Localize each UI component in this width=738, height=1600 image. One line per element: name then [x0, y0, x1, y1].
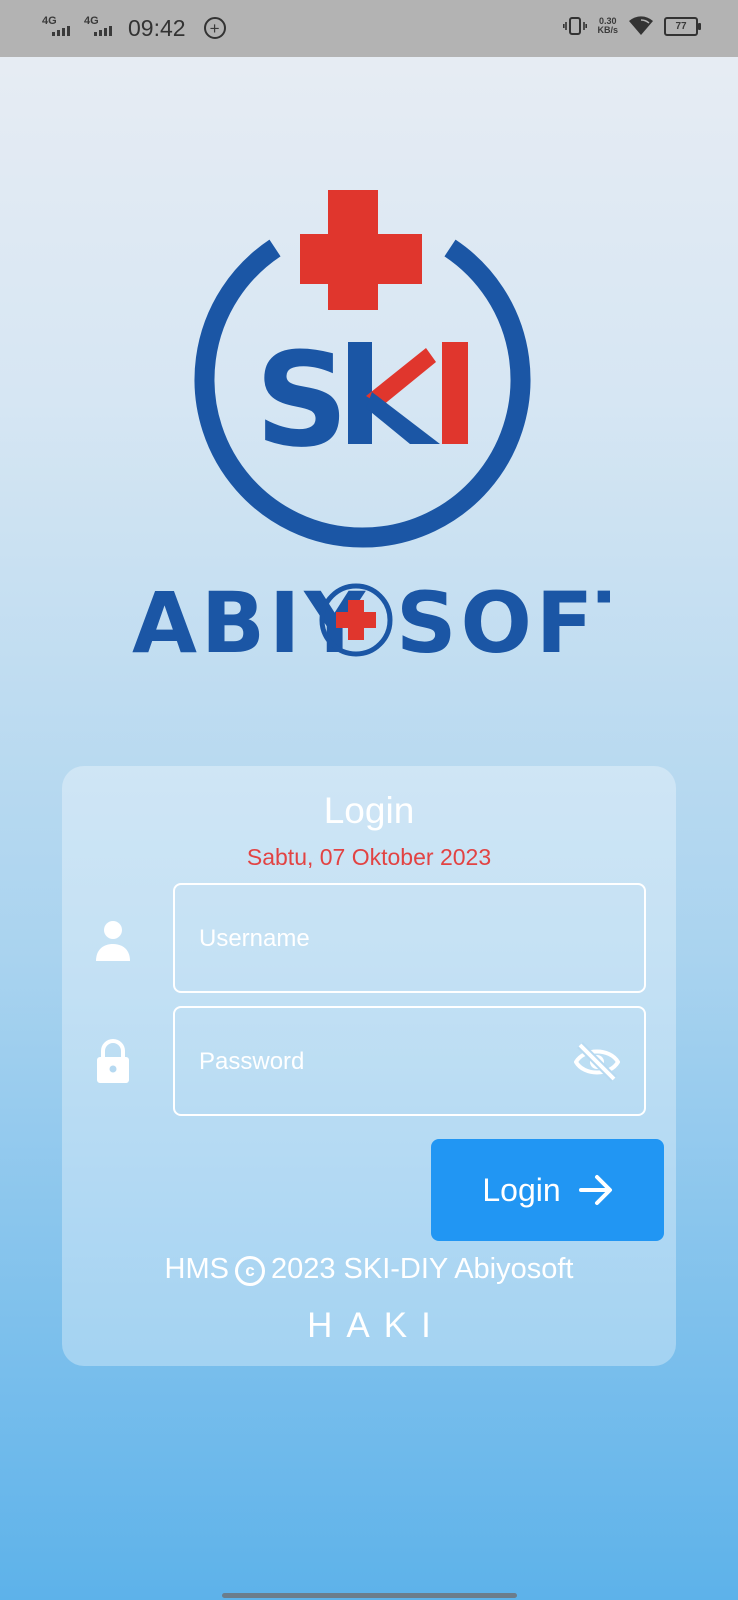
wifi-icon — [629, 16, 653, 35]
copyright-text: HMS c 2023 SKI-DIY Abiyosoft — [164, 1253, 574, 1286]
person-icon — [96, 921, 130, 961]
status-bar: 4G 4G 09:42 + 0.30 KB/s 77 — [0, 0, 738, 57]
current-date: Sabtu, 07 Oktober 2023 — [246, 844, 492, 870]
signal-icon: 4G — [84, 14, 116, 42]
login-title: Login — [323, 790, 415, 831]
login-button[interactable]: Login — [431, 1139, 664, 1241]
signal-icon: 4G — [42, 14, 74, 42]
visibility-off-icon[interactable] — [574, 1042, 620, 1082]
vibrate-icon — [563, 17, 588, 35]
arrow-right-icon — [578, 1175, 612, 1205]
lock-icon — [97, 1039, 129, 1083]
copyright-icon: c — [234, 1256, 265, 1286]
login-card: Login Sabtu, 07 Oktober 2023 Login HMSc2… — [62, 766, 676, 1366]
svg-text:ABIY: ABIY — [132, 574, 369, 670]
username-field[interactable] — [173, 883, 646, 993]
password-field[interactable] — [173, 1006, 646, 1116]
svg-text:SOFT: SOFT — [396, 574, 610, 670]
network-speed: 0.30 KB/s — [597, 16, 618, 35]
login-button-label: Login — [482, 1171, 561, 1208]
home-indicator[interactable] — [222, 1593, 517, 1598]
logo-mark-s: S — [255, 324, 349, 476]
battery-icon: 77 — [664, 16, 701, 36]
username-input[interactable] — [197, 885, 561, 993]
ski-abiyosoft-logo: S ABIY SOFT — [132, 190, 610, 670]
haki-label: HAKI — [307, 1306, 445, 1345]
clock: 09:42 — [128, 14, 186, 41]
password-input[interactable] — [197, 1008, 561, 1116]
data-saver-icon: + — [203, 17, 226, 39]
